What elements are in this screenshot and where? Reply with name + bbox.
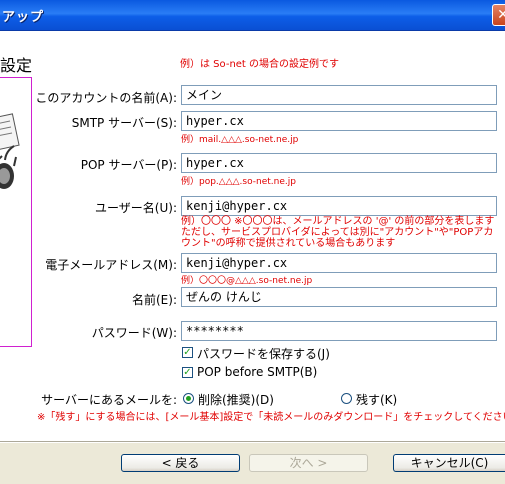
- mail-illustration-icon: [0, 113, 20, 189]
- delete-radio-label[interactable]: 削除(推奨)(D): [198, 391, 274, 408]
- back-button[interactable]: < 戻る: [121, 454, 240, 472]
- close-icon: ✕: [497, 7, 505, 23]
- password-field[interactable]: ********: [181, 321, 497, 341]
- save-password-label[interactable]: パスワードを保存する(J): [197, 345, 330, 362]
- password-label: パスワード(W):: [91, 326, 177, 340]
- pop-before-smtp-label[interactable]: POP before SMTP(B): [197, 365, 317, 379]
- cancel-button[interactable]: キャンセル(C): [393, 454, 505, 472]
- user-example-line-3: ウント"の呼称で提供されている場合もあります: [181, 238, 396, 249]
- title-bar: アップ ✕: [0, 0, 505, 31]
- illustration-frame: [0, 77, 32, 347]
- window-title: アップ: [2, 10, 45, 25]
- page-heading: 設定: [0, 56, 33, 75]
- keep-mail-note: ※「残す」にする場合には、[メール基本]設定で「未読メールのみダウンロード」をチ…: [37, 412, 505, 423]
- example-note: 例）は So-net の場合の設定例です: [180, 59, 340, 70]
- button-separator: [0, 441, 505, 443]
- keep-radio[interactable]: [341, 393, 352, 404]
- smtp-server-field[interactable]: hyper.cx: [181, 111, 497, 131]
- delete-radio[interactable]: [183, 393, 194, 404]
- next-button[interactable]: 次へ >: [249, 454, 368, 472]
- pop-server-label: POP サーバー(P):: [80, 158, 177, 172]
- save-password-checkbox[interactable]: ✓: [182, 347, 193, 358]
- email-address-label: 電子メールアドレス(M):: [45, 258, 177, 272]
- pop-server-field[interactable]: hyper.cx: [181, 153, 497, 173]
- smtp-server-label: SMTP サーバー(S):: [71, 116, 177, 130]
- email-address-field[interactable]: kenji@hyper.cx: [181, 253, 497, 273]
- smtp-example: 例）mail.△△△.so-net.ne.jp: [181, 135, 299, 145]
- account-name-label: このアカウントの名前(A):: [35, 91, 177, 105]
- account-name-field[interactable]: メイン: [181, 85, 497, 105]
- display-name-field[interactable]: ぜんの けんじ: [181, 287, 497, 307]
- server-mail-label: サーバーにあるメールを:: [41, 393, 177, 407]
- display-name-label: 名前(E):: [132, 293, 177, 307]
- keep-radio-label[interactable]: 残す(K): [356, 391, 397, 408]
- email-example: 例）〇〇〇@△△△.so-net.ne.jp: [181, 276, 313, 286]
- pop-example: 例）pop.△△△.so-net.ne.jp: [181, 177, 296, 187]
- user-name-label: ユーザー名(U):: [95, 201, 177, 215]
- close-button[interactable]: ✕: [492, 4, 505, 26]
- user-name-field[interactable]: kenji@hyper.cx: [181, 196, 497, 216]
- pop-before-smtp-checkbox[interactable]: ✓: [182, 367, 193, 378]
